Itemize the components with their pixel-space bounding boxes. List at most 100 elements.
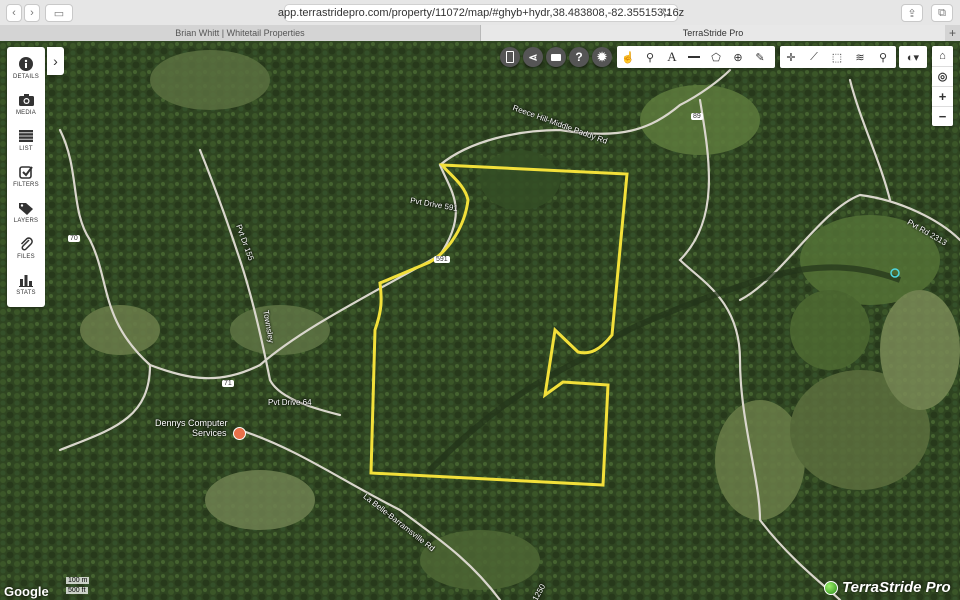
sidebar-item-stats[interactable]: STATS: [7, 268, 45, 304]
measure-area-tool[interactable]: ⬚: [826, 46, 848, 68]
paperclip-icon: [17, 235, 35, 253]
reload-icon[interactable]: ↻: [662, 6, 671, 19]
line-icon: [688, 56, 700, 58]
locate-icon: ◎: [937, 70, 948, 83]
crosshair-tool[interactable]: ✛: [780, 46, 802, 68]
zoom-in-button[interactable]: +: [932, 86, 953, 107]
url-text: app.terrastridepro.com/property/11072/ma…: [277, 7, 685, 19]
ruler-tool[interactable]: ⟋: [803, 46, 825, 68]
share-icon[interactable]: ⇪: [901, 4, 923, 22]
target-icon: ⊕: [733, 51, 743, 64]
sidebar-item-details[interactable]: DETAILS: [7, 52, 45, 88]
checkbox-icon: [17, 163, 35, 181]
share-button[interactable]: ⋖: [523, 47, 543, 67]
chevron-right-icon: ›: [53, 53, 58, 69]
address-bar[interactable]: app.terrastridepro.com/property/11072/ma…: [278, 4, 684, 22]
help-icon: ?: [575, 50, 583, 64]
help-button[interactable]: ?: [569, 47, 589, 67]
line-tool[interactable]: [683, 46, 705, 68]
select-icon: ☝: [621, 51, 635, 64]
print-button[interactable]: [546, 47, 566, 67]
new-tab-button[interactable]: +: [945, 25, 960, 41]
tab-label: TerraStride Pro: [682, 28, 744, 38]
locate-button[interactable]: ◎: [932, 66, 953, 87]
select-tool[interactable]: ☝: [617, 46, 639, 68]
back-button[interactable]: ‹: [6, 4, 22, 22]
globe-icon: ◐▾: [906, 51, 920, 64]
scale-bar: 100 m 500 ft: [66, 577, 122, 597]
mobile-icon: [506, 51, 514, 63]
poi-name-line1: Dennys Computer: [155, 418, 228, 428]
layers-icon: ≋: [855, 51, 865, 64]
scale-meters: 100 m: [66, 577, 90, 584]
home-button[interactable]: ⌂: [932, 46, 953, 67]
sidebar-item-label: DETAILS: [13, 74, 39, 80]
sidebar-item-filters[interactable]: FILTERS: [7, 160, 45, 196]
settings-icon: ✹: [596, 50, 608, 64]
ruler-icon: ⟋: [810, 50, 818, 63]
measure-area-icon: ⬚: [831, 51, 843, 64]
sidebar-item-list[interactable]: LIST: [7, 124, 45, 160]
zoom-in-icon: +: [938, 88, 947, 104]
mobile-button[interactable]: [500, 47, 520, 67]
sidebar-item-label: FILES: [17, 254, 35, 260]
sidebar-item-layers[interactable]: LAYERS: [7, 196, 45, 232]
route-shield: 591: [434, 256, 450, 263]
crosshair-icon: ✛: [786, 51, 796, 64]
target-tool[interactable]: ⊕: [727, 46, 749, 68]
basemap-selector[interactable]: ◐▾: [899, 46, 927, 68]
road-label: Pvt Drive 64: [268, 398, 312, 407]
route-shield: 70: [68, 235, 80, 242]
sidebar-expand-button[interactable]: ›: [47, 47, 64, 75]
poi-label[interactable]: Dennys Computer Services: [155, 418, 228, 438]
bar-chart-icon: [17, 271, 35, 289]
satellite-map[interactable]: [0, 41, 960, 600]
camera-icon: [17, 91, 35, 109]
brand-dot-icon: [824, 580, 838, 595]
browser-toolbar: ‹ › ▭ app.terrastridepro.com/property/11…: [0, 0, 960, 26]
sidebar-item-label: LIST: [19, 146, 33, 152]
sidebar-item-files[interactable]: FILES: [7, 232, 45, 268]
info-icon: [17, 55, 35, 73]
text-icon: A: [667, 49, 677, 64]
draw-toolbar: ☝ ⚲ A ⬠ ⊕ ✎: [617, 46, 775, 68]
sidebar-item-label: MEDIA: [15, 110, 36, 116]
forward-button[interactable]: ›: [24, 4, 40, 22]
tabs-overview-icon[interactable]: ⧉: [931, 4, 953, 22]
list-icon: [17, 127, 35, 145]
polygon-tool[interactable]: ⬠: [705, 46, 727, 68]
marker-icon: ⚲: [645, 51, 655, 64]
tab-label: Brian Whitt | Whitetail Properties: [175, 28, 305, 38]
tab-whitetail[interactable]: Brian Whitt | Whitetail Properties: [0, 25, 481, 41]
polygon-icon: ⬠: [711, 51, 721, 64]
sidebar-item-label: LAYERS: [13, 218, 39, 224]
tag-icon: [17, 199, 35, 217]
sidebar-item-label: STATS: [16, 290, 36, 296]
app-window: ‹ › ▭ app.terrastridepro.com/property/11…: [0, 0, 960, 600]
layers-tool[interactable]: ≋: [849, 46, 871, 68]
zoom-controls: ⌂ ◎ + −: [932, 46, 953, 126]
scale-feet: 500 ft: [66, 587, 88, 594]
text-tool[interactable]: A: [661, 46, 683, 68]
poi-pin-icon[interactable]: [233, 427, 246, 440]
home-icon: ⌂: [939, 50, 946, 62]
pencil-icon: ✎: [755, 51, 765, 64]
globe-button[interactable]: ◐▾: [902, 46, 924, 68]
marker-tool[interactable]: ⚲: [639, 46, 661, 68]
tab-bar: Brian Whitt | Whitetail Properties Terra…: [0, 25, 960, 42]
search-tool[interactable]: ⚲: [872, 46, 894, 68]
settings-button[interactable]: ✹: [592, 47, 612, 67]
sidebar-item-label: FILTERS: [13, 182, 39, 188]
google-logo: Google: [4, 584, 49, 599]
share-icon: ⋖: [528, 51, 538, 64]
zoom-out-icon: −: [938, 108, 947, 124]
sidebar-toggle-icon[interactable]: ▭: [45, 4, 73, 22]
left-sidebar: DETAILS MEDIA LIST FILTERS LAYERS FILES …: [7, 47, 45, 307]
pencil-tool[interactable]: ✎: [749, 46, 771, 68]
brand-text: TerraStride Pro: [842, 579, 951, 596]
sidebar-item-media[interactable]: MEDIA: [7, 88, 45, 124]
tab-terrastride[interactable]: TerraStride Pro: [481, 25, 945, 41]
zoom-out-button[interactable]: −: [932, 106, 953, 126]
print-icon: [551, 53, 561, 61]
search-icon: ⚲: [878, 51, 888, 64]
